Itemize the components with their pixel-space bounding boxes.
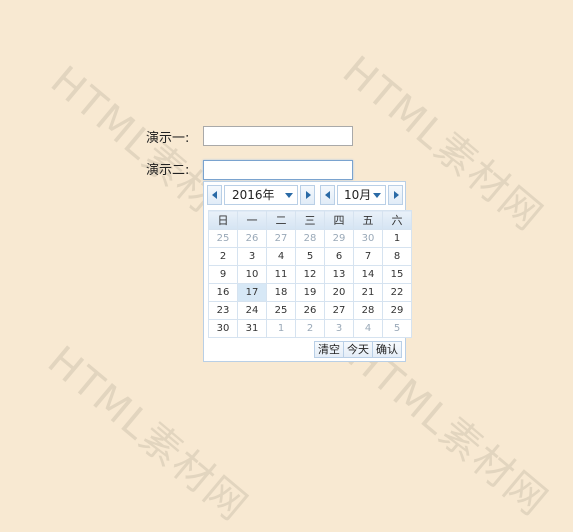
- calendar-day[interactable]: 15: [382, 265, 412, 284]
- demo2-label: 演示二:: [146, 163, 190, 178]
- calendar-day[interactable]: 27: [266, 229, 296, 248]
- calendar-day[interactable]: 29: [324, 229, 354, 248]
- calendar-day[interactable]: 18: [266, 283, 296, 302]
- triangle-right-icon: [306, 191, 311, 199]
- calendar-day[interactable]: 4: [266, 247, 296, 266]
- calendar-day[interactable]: 7: [353, 247, 383, 266]
- demo1-label: 演示一:: [146, 131, 190, 146]
- weekday-header: 四: [324, 210, 354, 230]
- calendar-day[interactable]: 12: [295, 265, 325, 284]
- calendar-week-row: 9 10 11 12 13 14 15: [208, 265, 412, 284]
- calendar-day[interactable]: 1: [382, 229, 412, 248]
- calendar-day[interactable]: 22: [382, 283, 412, 302]
- weekday-header: 六: [382, 210, 412, 230]
- prev-year-button[interactable]: [207, 185, 222, 205]
- calendar-day[interactable]: 28: [353, 301, 383, 320]
- today-button[interactable]: 今天: [343, 341, 373, 358]
- year-select[interactable]: 2016年: [224, 185, 298, 205]
- calendar-day[interactable]: 30: [353, 229, 383, 248]
- calendar-day[interactable]: 4: [353, 319, 383, 338]
- calendar-week-row: 16 17 18 19 20 21 22: [208, 283, 412, 302]
- calendar-day[interactable]: 24: [237, 301, 267, 320]
- caret-down-icon: [285, 193, 293, 198]
- weekday-header: 日: [208, 210, 238, 230]
- calendar-days: 25 26 27 28 29 30 1 2 3 4 5 6 7 8 9 10 11 12 13 14 15 16 17 18 1…: [208, 229, 412, 338]
- calendar-day[interactable]: 20: [324, 283, 354, 302]
- calendar-day[interactable]: 14: [353, 265, 383, 284]
- calendar-day[interactable]: 25: [208, 229, 238, 248]
- calendar-day[interactable]: 6: [324, 247, 354, 266]
- triangle-left-icon: [212, 191, 217, 199]
- calendar-day[interactable]: 11: [266, 265, 296, 284]
- calendar-day[interactable]: 10: [237, 265, 267, 284]
- confirm-button[interactable]: 确认: [372, 341, 402, 358]
- weekday-header: 二: [266, 210, 296, 230]
- calendar-day[interactable]: 1: [266, 319, 296, 338]
- calendar-day[interactable]: 13: [324, 265, 354, 284]
- calendar-day-today[interactable]: 17: [237, 283, 267, 302]
- demo1-date-input[interactable]: [203, 126, 353, 146]
- calendar-week-row: 30 31 1 2 3 4 5: [208, 319, 412, 338]
- calendar-week-row: 25 26 27 28 29 30 1: [208, 229, 412, 248]
- calendar-day[interactable]: 29: [382, 301, 412, 320]
- calendar-day[interactable]: 23: [208, 301, 238, 320]
- calendar-day[interactable]: 3: [237, 247, 267, 266]
- calendar-day[interactable]: 2: [295, 319, 325, 338]
- calendar-day[interactable]: 30: [208, 319, 238, 338]
- calendar-day[interactable]: 31: [237, 319, 267, 338]
- demo2-date-input[interactable]: [203, 160, 353, 180]
- triangle-left-icon: [325, 191, 330, 199]
- next-month-button[interactable]: [388, 185, 403, 205]
- prev-month-button[interactable]: [320, 185, 335, 205]
- calendar-day[interactable]: 9: [208, 265, 238, 284]
- calendar-header: 2016年 10月: [207, 185, 403, 207]
- calendar-day[interactable]: 16: [208, 283, 238, 302]
- weekday-header: 五: [353, 210, 383, 230]
- weekday-header-row: 日 一 二 三 四 五 六: [208, 210, 412, 230]
- date-picker-popup: 2016年 10月 日 一 二 三 四 五 六 25 26 27 28 29 3…: [203, 181, 412, 362]
- next-year-button[interactable]: [300, 185, 315, 205]
- calendar-footer: 清空 今天 确认: [314, 341, 402, 359]
- calendar-day[interactable]: 2: [208, 247, 238, 266]
- calendar-day[interactable]: 3: [324, 319, 354, 338]
- weekday-header: 一: [237, 210, 267, 230]
- clear-button[interactable]: 清空: [314, 341, 344, 358]
- triangle-right-icon: [394, 191, 399, 199]
- calendar-day[interactable]: 26: [295, 301, 325, 320]
- calendar-week-row: 23 24 25 26 27 28 29: [208, 301, 412, 320]
- calendar-week-row: 2345678: [208, 247, 412, 266]
- calendar-day[interactable]: 26: [237, 229, 267, 248]
- calendar-day[interactable]: 27: [324, 301, 354, 320]
- calendar-day[interactable]: 5: [295, 247, 325, 266]
- weekday-header: 三: [295, 210, 325, 230]
- calendar-day[interactable]: 25: [266, 301, 296, 320]
- month-select[interactable]: 10月: [337, 185, 386, 205]
- calendar-grid: 日 一 二 三 四 五 六 25 26 27 28 29 30 1 2 3 4 5 6 7 8 9 10 11 1…: [208, 210, 412, 338]
- year-select-value: 2016年: [232, 188, 275, 202]
- month-select-value: 10月: [344, 188, 372, 202]
- calendar-day[interactable]: 8: [382, 247, 412, 266]
- calendar-day[interactable]: 5: [382, 319, 412, 338]
- caret-down-icon: [373, 193, 381, 198]
- calendar-day[interactable]: 28: [295, 229, 325, 248]
- calendar-day[interactable]: 21: [353, 283, 383, 302]
- calendar-day[interactable]: 19: [295, 283, 325, 302]
